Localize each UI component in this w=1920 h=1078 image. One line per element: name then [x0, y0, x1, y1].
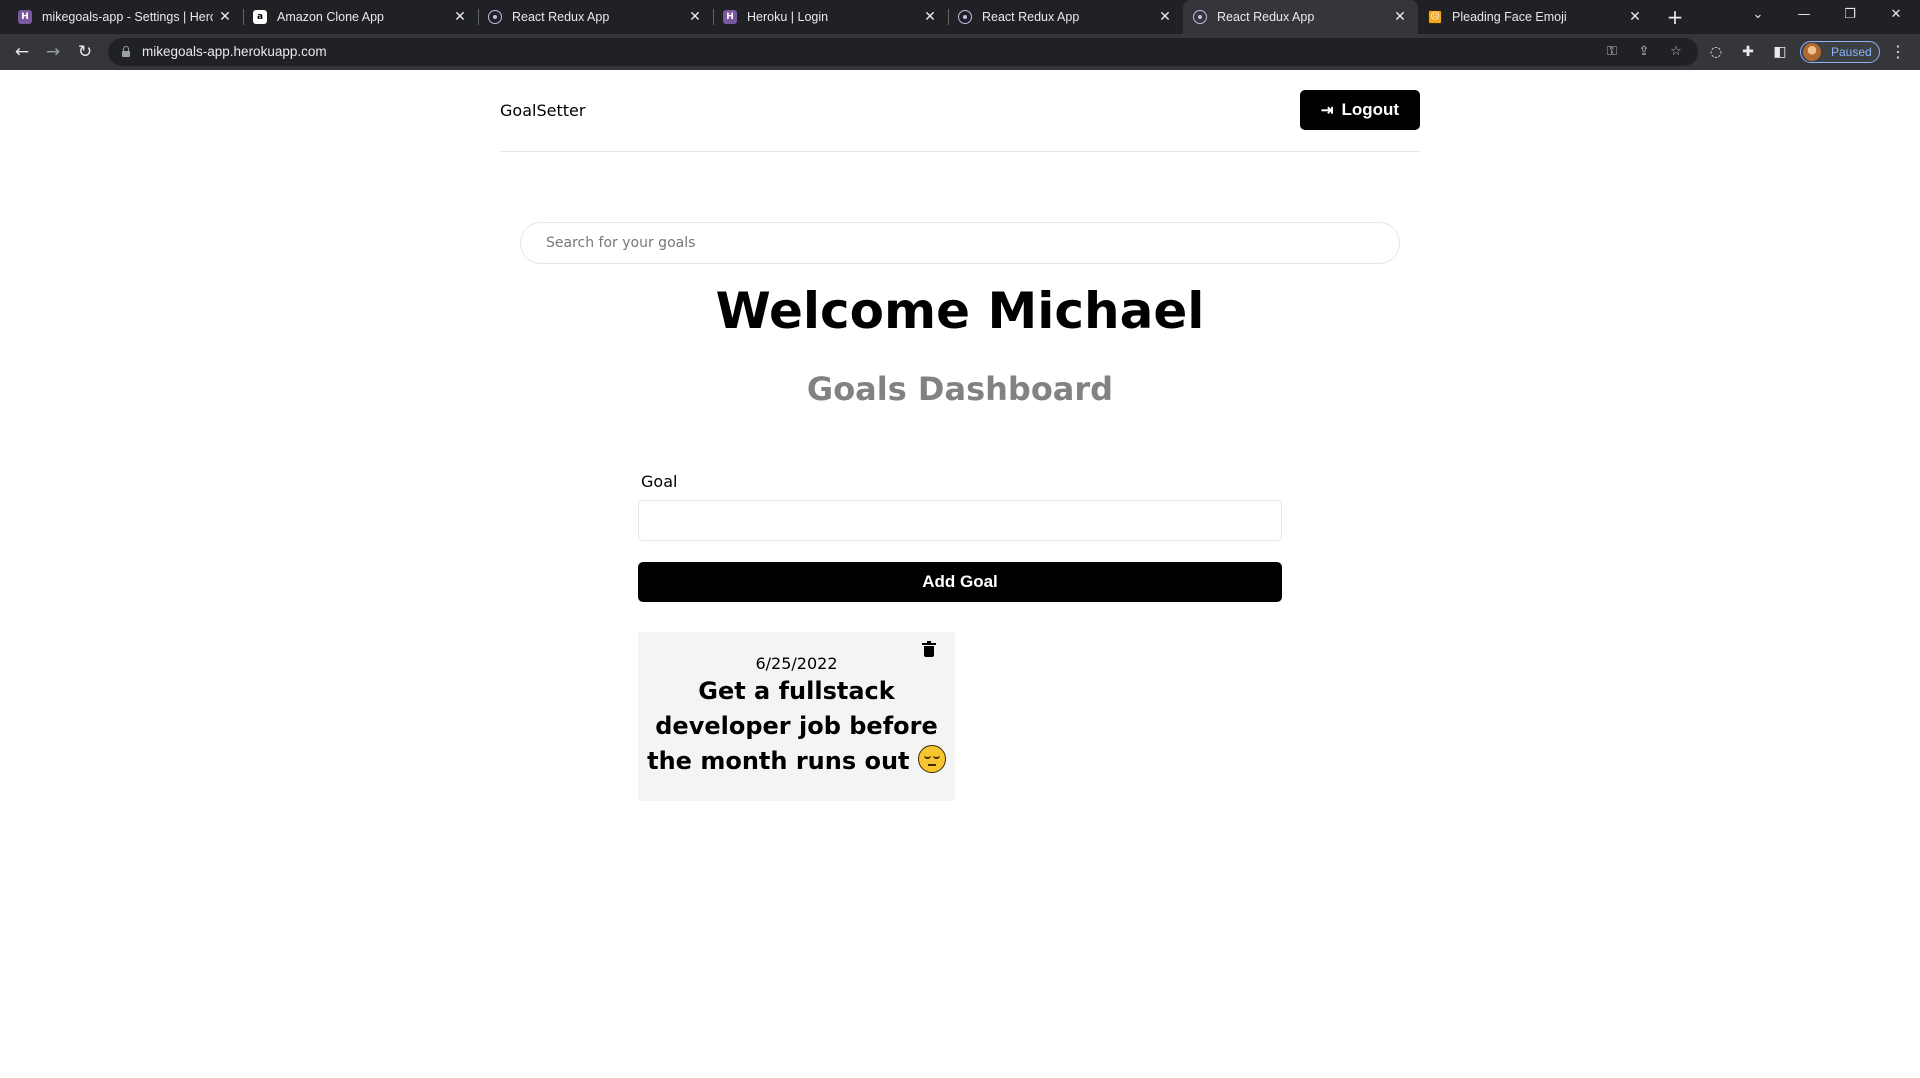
page-content: GoalSetter ⇥ Logout Welcome Michael Goal… — [0, 70, 1920, 1078]
amazon-icon: a — [253, 10, 267, 24]
welcome-heading: Welcome Michael — [715, 282, 1205, 340]
goal-field-label: Goal — [641, 472, 678, 491]
browser-toolbar: ← → ↻ mikegoals-app.herokuapp.com ⚿ ⇪ ☆ … — [0, 34, 1920, 70]
goal-input[interactable] — [638, 500, 1282, 541]
tab-react-redux-active[interactable]: React Redux App ✕ — [1183, 0, 1418, 34]
emoji-site-icon: ☹ — [1428, 10, 1442, 24]
add-goal-button[interactable]: Add Goal — [638, 562, 1282, 602]
tab-react-redux-2[interactable]: React Redux App ✕ — [948, 0, 1183, 34]
logout-button[interactable]: ⇥ Logout — [1300, 90, 1420, 130]
window-close-icon[interactable]: ✕ — [1874, 0, 1918, 30]
close-icon[interactable]: ✕ — [687, 7, 703, 27]
tab-pleading-face-emoji[interactable]: ☹ Pleading Face Emoji ✕ — [1418, 0, 1653, 34]
tab-title: mikegoals-app - Settings | Heroku — [42, 10, 213, 24]
lock-icon[interactable] — [122, 46, 130, 57]
password-key-icon[interactable]: ⚿ — [1603, 44, 1621, 60]
tab-heroku-login[interactable]: H Heroku | Login ✕ — [713, 0, 949, 34]
browser-tab-strip: H mikegoals-app - Settings | Heroku ✕ a … — [0, 0, 1920, 34]
side-panel-icon[interactable]: ◧ — [1770, 42, 1790, 62]
tab-heroku-settings[interactable]: H mikegoals-app - Settings | Heroku ✕ — [8, 0, 244, 34]
goal-text-wrap: Get a fullstack developer job before the… — [638, 674, 955, 779]
goal-card: 6/25/2022 Get a fullstack developer job … — [638, 632, 955, 801]
heroku-icon: H — [18, 10, 32, 24]
tab-search-chevron-icon[interactable]: ⌄ — [1736, 0, 1780, 30]
tab-title: React Redux App — [982, 10, 1080, 24]
sign-out-icon: ⇥ — [1320, 102, 1334, 119]
close-icon[interactable]: ✕ — [1157, 7, 1173, 27]
tab-title: Heroku | Login — [747, 10, 829, 24]
tab-title: Amazon Clone App — [277, 10, 385, 24]
trash-icon[interactable] — [922, 641, 936, 658]
tab-title: React Redux App — [512, 10, 610, 24]
close-icon[interactable]: ✕ — [922, 7, 938, 27]
app-logo[interactable]: GoalSetter — [500, 101, 585, 120]
restore-icon[interactable]: ❐ — [1828, 0, 1872, 30]
tab-title: React Redux App — [1217, 10, 1315, 24]
react-icon — [1193, 10, 1207, 24]
tab-react-redux-1[interactable]: React Redux App ✕ — [478, 0, 714, 34]
dashboard-subtitle: Goals Dashboard — [806, 370, 1114, 408]
back-arrow-icon[interactable]: ← — [10, 40, 34, 64]
react-icon — [488, 10, 502, 24]
goal-text: Get a fullstack developer job before the… — [647, 677, 938, 775]
share-icon[interactable]: ⇪ — [1635, 44, 1653, 60]
reload-icon[interactable]: ↻ — [73, 40, 97, 64]
tab-amazon-clone[interactable]: a Amazon Clone App ✕ — [243, 0, 479, 34]
more-menu-icon[interactable]: ⋮ — [1890, 42, 1906, 62]
url-text[interactable]: mikegoals-app.herokuapp.com — [142, 44, 327, 59]
close-icon[interactable]: ✕ — [1392, 7, 1408, 27]
react-icon — [958, 10, 972, 24]
extension-circle-icon[interactable]: ◌ — [1706, 42, 1726, 62]
new-tab-plus-icon[interactable]: + — [1663, 5, 1687, 29]
address-bar[interactable]: mikegoals-app.herokuapp.com ⚿ ⇪ ☆ — [108, 38, 1698, 66]
close-icon[interactable]: ✕ — [1627, 7, 1643, 27]
extensions-puzzle-icon[interactable]: ✚ — [1738, 42, 1758, 62]
close-icon[interactable]: ✕ — [217, 7, 233, 27]
logout-label: Logout — [1341, 100, 1400, 119]
heroku-icon: H — [723, 10, 737, 24]
tab-title: Pleading Face Emoji — [1452, 10, 1567, 24]
bookmark-star-icon[interactable]: ☆ — [1667, 44, 1685, 60]
search-input[interactable] — [520, 222, 1400, 264]
app-header: GoalSetter ⇥ Logout — [500, 70, 1420, 152]
pleading-face-emoji-icon — [917, 745, 946, 773]
profile-button[interactable]: Paused — [1800, 41, 1880, 63]
goal-date: 6/25/2022 — [755, 654, 838, 673]
minimize-icon[interactable]: — — [1782, 0, 1826, 30]
close-icon[interactable]: ✕ — [452, 7, 468, 27]
profile-status: Paused — [1831, 45, 1872, 59]
forward-arrow-icon[interactable]: → — [41, 40, 65, 64]
avatar — [1803, 43, 1821, 61]
